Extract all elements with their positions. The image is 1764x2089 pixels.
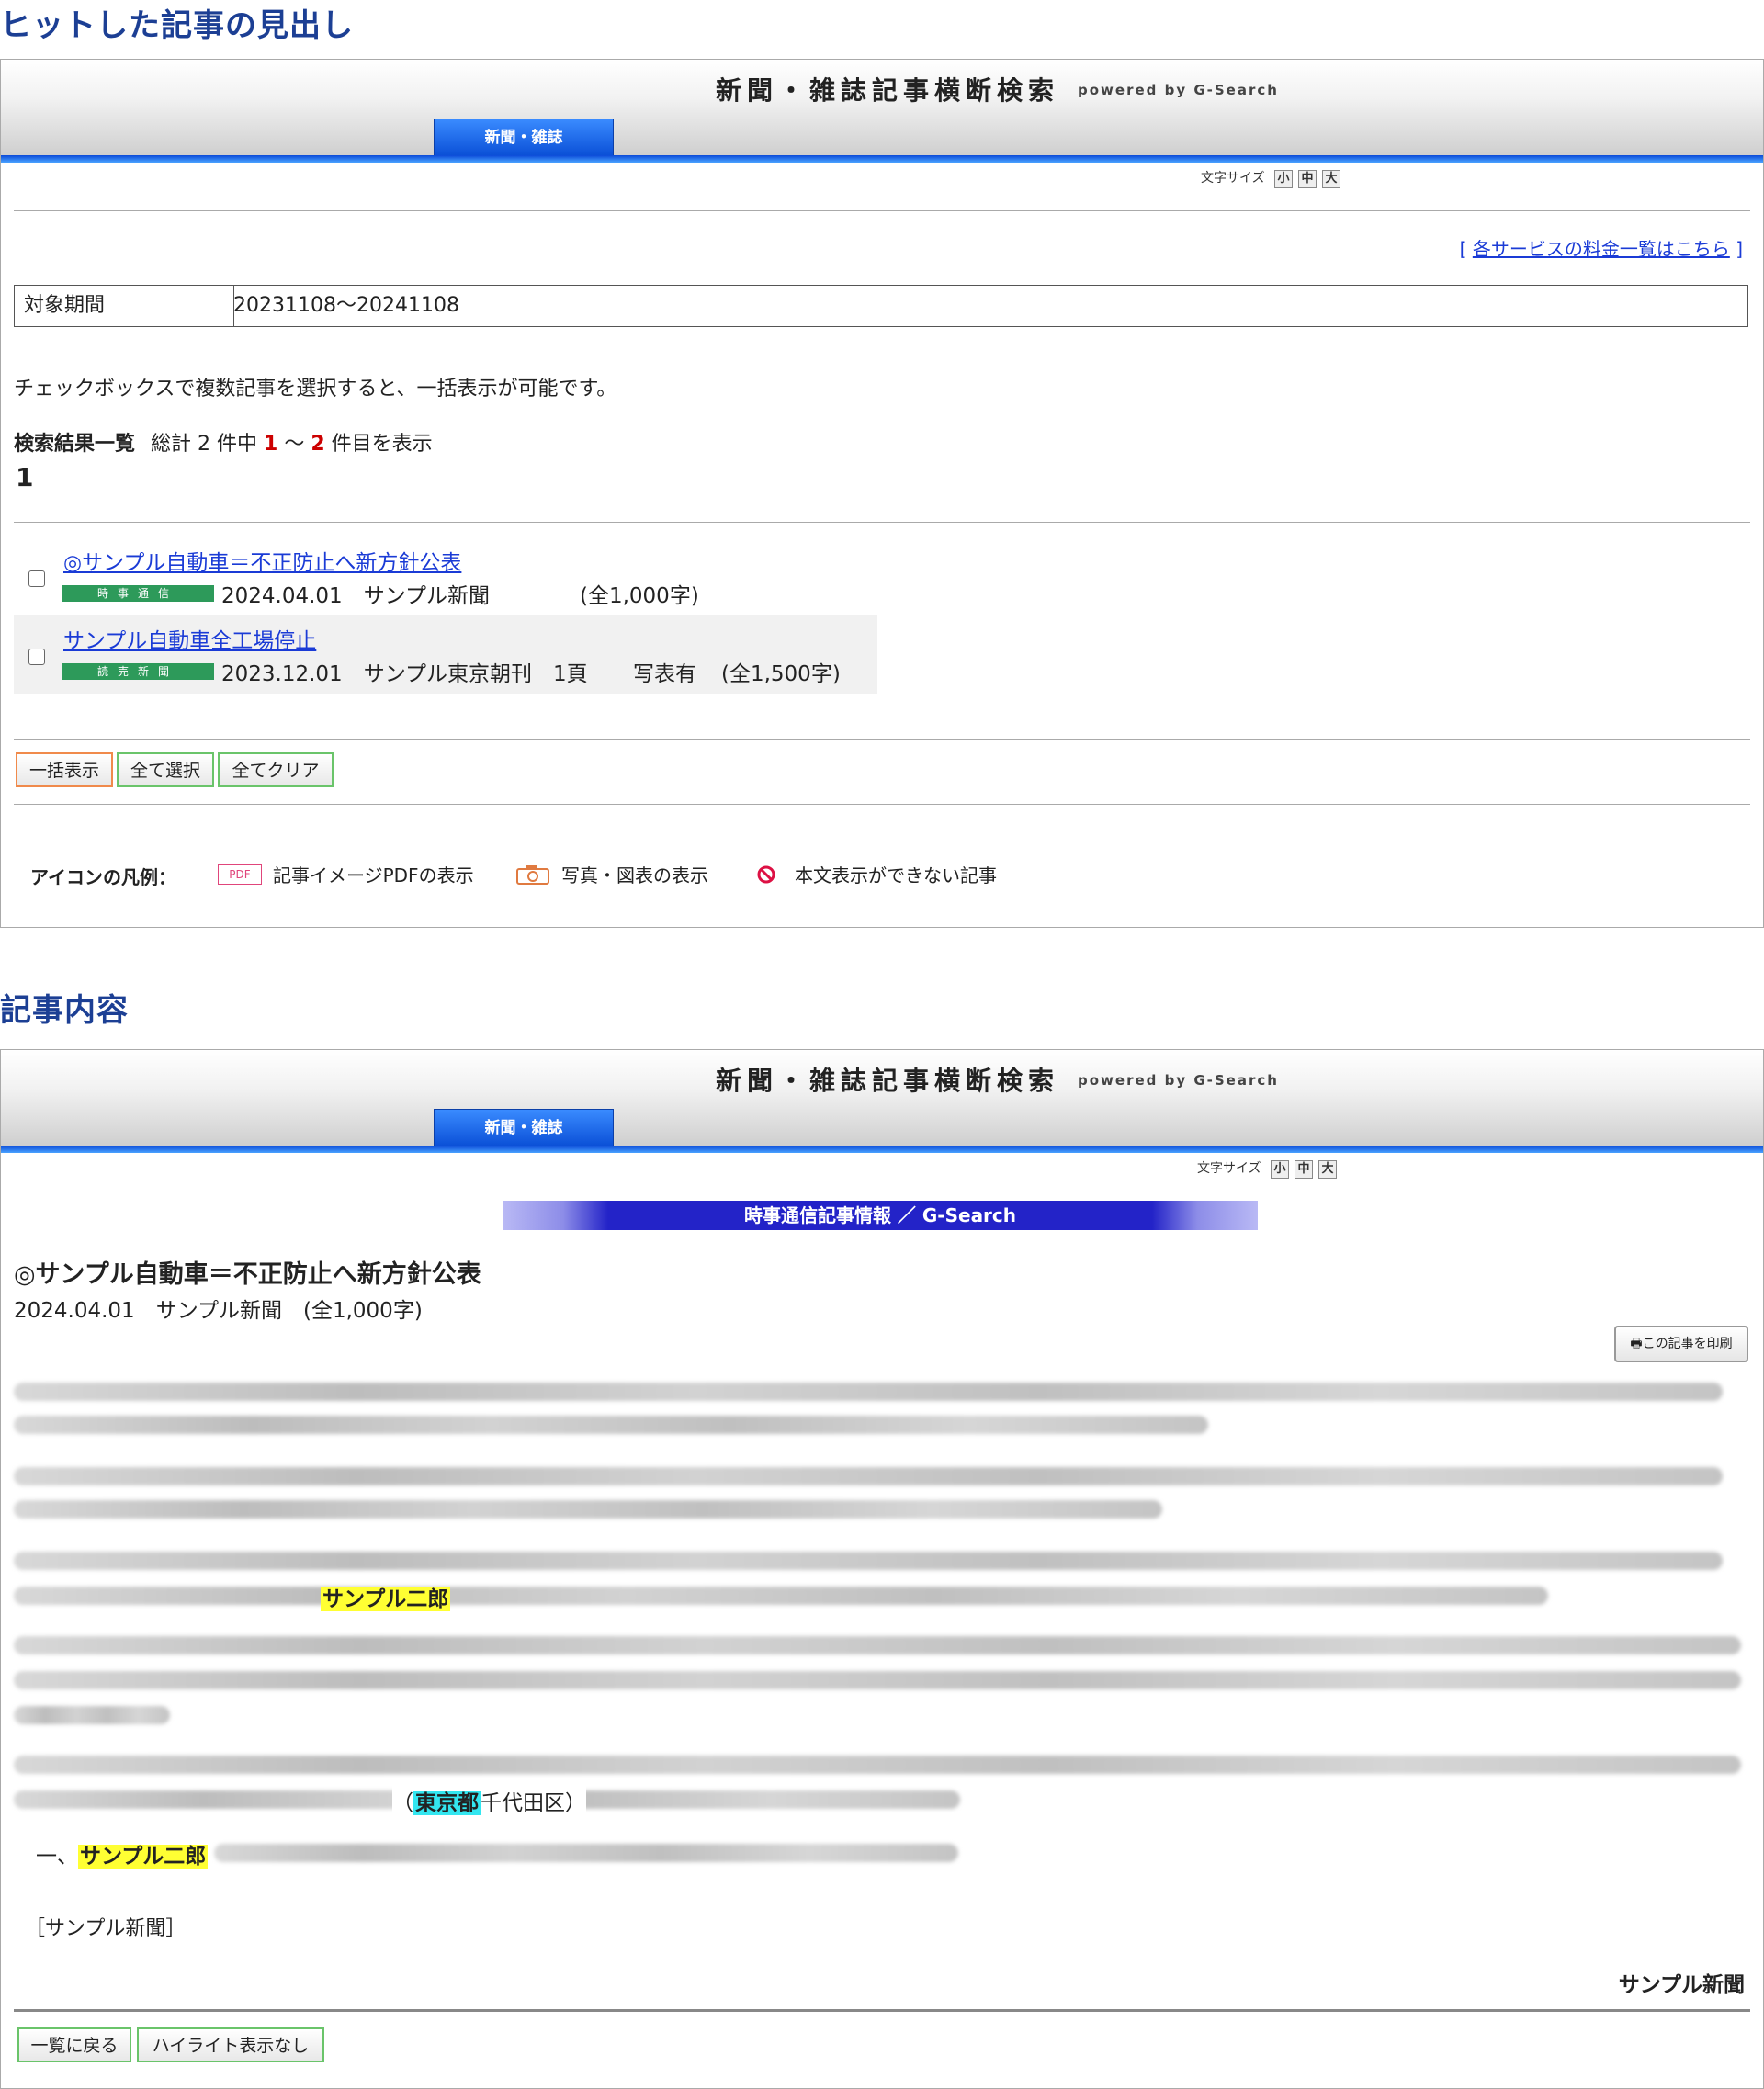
article-source-bracket: ［サンプル新聞］: [25, 1917, 187, 1940]
font-size-control: 文字サイズ 小中大: [1201, 168, 1341, 188]
price-list-link[interactable]: 各サービスの料金一覧はこちら: [1473, 238, 1730, 260]
article-footer-source: サンプル新聞: [1618, 1973, 1745, 1997]
instruction-text: チェックボックスで複数記事を選択すると、一括表示が可能です。: [14, 378, 617, 401]
blurred-body-line: [14, 1383, 1723, 1401]
app-title: 新聞・雑誌記事横断検索: [716, 1066, 1060, 1096]
search-results-panel: 新聞・雑誌記事横断検索 powered by G-Search 新聞・雑誌 文字…: [0, 59, 1764, 928]
font-size-small-button[interactable]: 小: [1271, 1160, 1290, 1179]
source-banner: 時事通信記事情報 ／ G-Search: [503, 1201, 1258, 1230]
period-label: 対象期間: [15, 286, 234, 326]
period-table: 対象期間 20231108〜20241108: [14, 285, 1748, 327]
blurred-body-line: [14, 1467, 1723, 1485]
result-length: (全1,500字): [721, 662, 841, 686]
price-list-link-wrap: [ 各サービスの料金一覧はこちら ]: [1459, 238, 1743, 260]
highlight-location: （東京都千代田区）: [392, 1785, 586, 1816]
clear-all-button[interactable]: 全てクリア: [218, 752, 334, 787]
blurred-body-line: [14, 1706, 170, 1724]
powered-by: powered by G-Search: [1078, 1072, 1279, 1089]
blurred-body-line: [14, 1671, 1741, 1689]
result-row: ◎サンプル自動車＝不正防止へ新方針公表 時事通信 2024.04.01 サンプル…: [14, 537, 877, 615]
divider: [14, 522, 1750, 523]
list-item: 一、サンプル二郎: [36, 1845, 209, 1869]
legend-label: アイコンの凡例：: [30, 866, 176, 888]
section-title-headlines: ヒットした記事の見出し: [0, 7, 354, 44]
period-value: 20231108〜20241108: [233, 294, 459, 317]
header-accent-bar: [1, 1146, 1763, 1153]
font-size-label: 文字サイズ: [1197, 1161, 1261, 1176]
no-entry-icon: [756, 864, 776, 888]
font-size-control: 文字サイズ 小中大: [1197, 1158, 1338, 1179]
result-length: (全1,000字): [580, 584, 699, 608]
font-size-large-button[interactable]: 大: [1322, 170, 1341, 188]
select-all-button[interactable]: 全て選択: [117, 752, 214, 787]
font-size-large-button[interactable]: 大: [1318, 1160, 1338, 1179]
blurred-body-line: [14, 1500, 1162, 1519]
print-article-button[interactable]: 🖶この記事を印刷: [1614, 1326, 1748, 1362]
back-to-list-button[interactable]: 一覧に戻る: [17, 2027, 131, 2062]
result-checkbox[interactable]: [28, 570, 45, 587]
legend-noview: 本文表示ができない記事: [795, 864, 997, 886]
source-badge: 時事通信: [62, 585, 214, 602]
font-size-medium-button[interactable]: 中: [1298, 170, 1317, 188]
result-row: サンプル自動車全工場停止 読売新聞 2023.12.01 サンプル東京朝刊 1頁…: [14, 615, 877, 694]
divider: [14, 210, 1750, 211]
result-title-link[interactable]: ◎サンプル自動車＝不正防止へ新方針公表: [63, 545, 461, 576]
powered-by: powered by G-Search: [1078, 82, 1279, 98]
header-accent-bar: [1, 155, 1763, 163]
result-meta: 2023.12.01 サンプル東京朝刊 1頁: [221, 662, 588, 686]
blurred-body-line: [14, 1756, 1741, 1774]
font-size-label: 文字サイズ: [1201, 171, 1265, 186]
article-panel: 新聞・雑誌記事横断検索 powered by G-Search 新聞・雑誌 文字…: [0, 1049, 1764, 2089]
blurred-body-line: [14, 1552, 1723, 1570]
font-size-medium-button[interactable]: 中: [1295, 1160, 1314, 1179]
font-size-small-button[interactable]: 小: [1274, 170, 1294, 188]
section-title-article: 記事内容: [0, 992, 129, 1029]
result-summary: 検索結果一覧 総計 2 件中 1 〜 2 件目を表示: [14, 433, 433, 456]
no-highlight-button[interactable]: ハイライト表示なし: [137, 2027, 324, 2062]
app-header: 新聞・雑誌記事横断検索 powered by G-Search 新聞・雑誌: [1, 60, 1763, 156]
blurred-body-line: [14, 1587, 1548, 1605]
divider: [14, 739, 1750, 740]
page-number[interactable]: 1: [16, 462, 33, 492]
source-badge: 読売新聞: [62, 663, 214, 680]
blurred-body-line: [214, 1844, 958, 1862]
summary-label: 検索結果一覧: [14, 433, 136, 456]
result-title-link[interactable]: サンプル自動車全工場停止: [63, 623, 316, 654]
highlight-person: サンプル二郎: [321, 1587, 451, 1611]
tab-newspaper-magazine[interactable]: 新聞・雑誌: [434, 119, 614, 156]
printer-icon: 🖶: [1630, 1337, 1643, 1351]
legend-pdf: 記事イメージPDFの表示: [273, 864, 474, 886]
divider: [14, 804, 1750, 805]
divider: [14, 2009, 1750, 2012]
legend-photo: 写真・図表の表示: [561, 864, 708, 886]
blurred-body-line: [14, 1636, 1741, 1654]
app-title: 新聞・雑誌記事横断検索: [716, 75, 1060, 106]
result-checkbox[interactable]: [28, 649, 45, 665]
camera-icon: [515, 864, 550, 888]
app-header: 新聞・雑誌記事横断検索 powered by G-Search 新聞・雑誌: [1, 1050, 1763, 1146]
article-meta: 2024.04.01 サンプル新聞 (全1,000字): [14, 1299, 423, 1323]
pdf-icon: PDF: [218, 864, 262, 885]
tab-newspaper-magazine[interactable]: 新聞・雑誌: [434, 1109, 614, 1146]
bulk-display-button[interactable]: 一括表示: [16, 752, 113, 787]
result-photo-flag: 写表有: [633, 662, 696, 686]
result-meta: 2024.04.01 サンプル新聞: [221, 584, 491, 608]
blurred-body-line: [14, 1416, 1208, 1434]
article-title: ◎サンプル自動車＝不正防止へ新方針公表: [14, 1260, 481, 1289]
